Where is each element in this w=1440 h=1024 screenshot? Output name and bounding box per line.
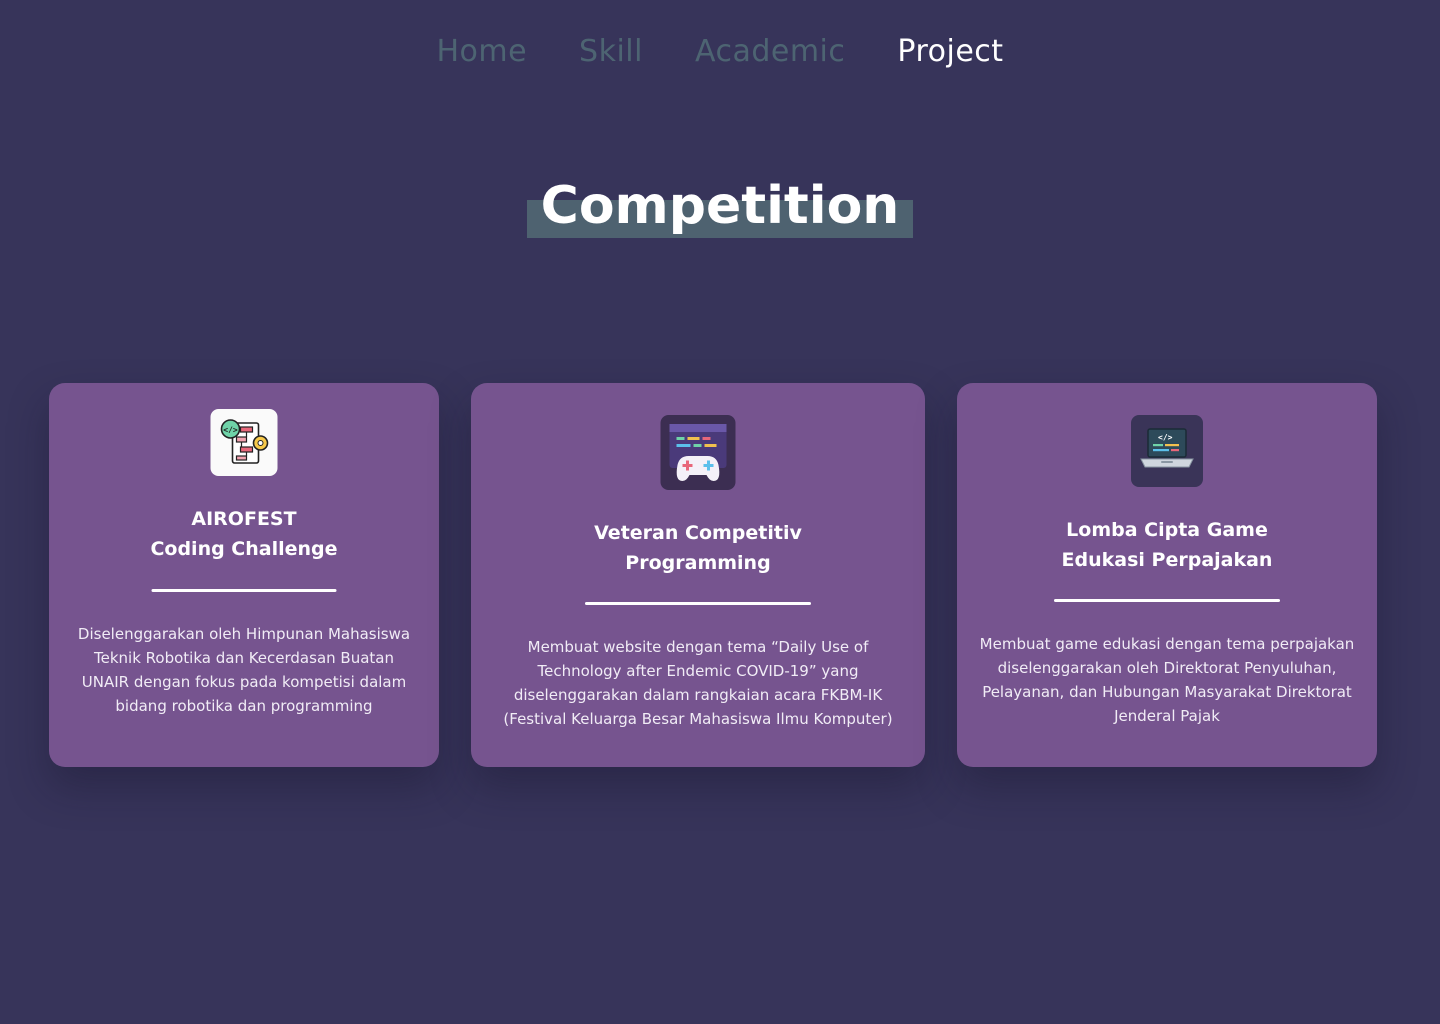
competition-card-airofest: </> AIROFEST Coding Challenge Diselengga… [49, 383, 439, 767]
section-title-wrapper: Competition [526, 172, 914, 240]
competition-card-veteran: Veteran Competitiv Programming Membuat w… [471, 383, 925, 767]
card-description: Diselenggarakan oleh Himpunan Mahasiswa … [77, 625, 411, 715]
nav-academic[interactable]: Academic [695, 30, 845, 74]
section-header: Competition [0, 172, 1440, 240]
top-nav: Home Skill Academic Project [0, 30, 1440, 74]
card-divider [585, 602, 811, 605]
card-description: Membuat game edukasi dengan tema perpaja… [979, 635, 1355, 725]
card-title-line1: AIROFEST [191, 508, 297, 530]
card-title: Lomba Cipta Game Edukasi Perpajakan [957, 515, 1377, 575]
card-title-line1: Veteran Competitiv [594, 522, 802, 544]
card-description: Membuat website dengan tema “Daily Use o… [503, 638, 893, 728]
svg-text:</>: </> [1158, 433, 1173, 442]
nav-home[interactable]: Home [436, 30, 527, 74]
card-divider [1054, 599, 1280, 602]
card-title: AIROFEST Coding Challenge [49, 504, 439, 564]
competition-card-lomba-game: </> Lomba Cipta Game Edukasi Perpajakan … [957, 383, 1377, 767]
card-title-line2: Programming [625, 552, 771, 574]
card-title-line1: Lomba Cipta Game [1066, 519, 1268, 541]
gamepad-screen-icon [660, 415, 736, 490]
card-title: Veteran Competitiv Programming [471, 518, 925, 578]
card-divider [151, 589, 337, 592]
card-title-line2: Edukasi Perpajakan [1061, 549, 1273, 571]
nav-project[interactable]: Project [897, 30, 1003, 74]
flowchart-code-icon: </> [210, 409, 278, 476]
svg-text:</>: </> [223, 426, 238, 435]
nav-skill[interactable]: Skill [579, 30, 643, 74]
laptop-code-icon: </> [1131, 415, 1203, 487]
card-title-line2: Coding Challenge [150, 538, 338, 560]
section-title: Competition [540, 176, 900, 236]
